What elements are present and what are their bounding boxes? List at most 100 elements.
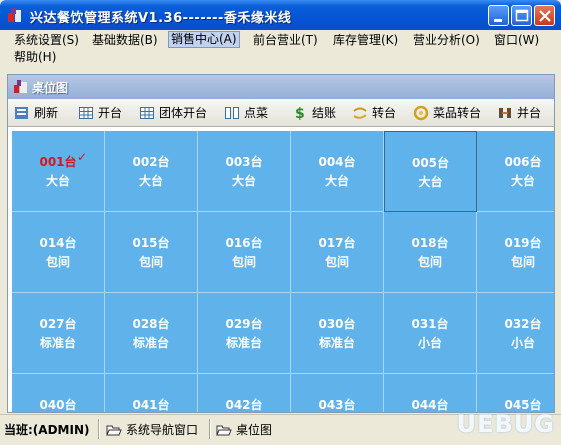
menu-bar: 系统设置(S) 基础数据(B) 销售中心(A) 前台营业(T) 库存管理(K) … <box>0 30 561 68</box>
table-type: 大台 <box>418 175 443 189</box>
table-cell[interactable]: 006台 大台 <box>477 131 554 212</box>
table-type: 标准台 <box>39 336 76 350</box>
table-number: 030台 <box>318 317 356 331</box>
status-divider <box>98 419 100 439</box>
table-cell[interactable]: 032台 小台 <box>477 293 554 374</box>
menu-front-desk[interactable]: 前台营业(T) <box>251 32 320 49</box>
window-title: 兴达餐饮管理系统V1.36-------香禾缘米线 <box>30 11 292 26</box>
columns-icon <box>225 107 239 119</box>
table-type: 包间 <box>231 255 256 269</box>
table-cell[interactable]: 014台 包间 <box>12 212 105 293</box>
table-type: 包间 <box>45 255 70 269</box>
table-map-title: 桌位图 <box>32 81 69 95</box>
order-label: 点菜 <box>244 106 269 120</box>
table-number: 001台 <box>39 155 77 169</box>
table-type: 大台 <box>324 174 349 188</box>
table-number: 042台 <box>225 398 263 412</box>
table-cell[interactable]: 030台 标准台 <box>291 293 384 374</box>
open-table-label: 开台 <box>98 106 123 120</box>
table-number: 041台 <box>132 398 170 412</box>
table-cell[interactable]: 040台 <box>12 374 105 412</box>
table-number: 015台 <box>132 236 170 250</box>
task-label: 系统导航窗口 <box>126 423 199 437</box>
table-type: 大台 <box>45 174 70 188</box>
task-label: 桌位图 <box>236 423 273 437</box>
table-number: 016台 <box>225 236 263 250</box>
table-cell[interactable]: 002台 大台 <box>105 131 198 212</box>
table-number: 028台 <box>132 317 170 331</box>
transfer-icon <box>353 107 367 119</box>
table-map-window: 桌位图 刷新 开台 团体开台 点菜 $ 结账 转台 菜品转台 并台 001台 ✓… <box>7 74 555 413</box>
group-open-table-label: 团体开台 <box>159 106 208 120</box>
minimize-icon <box>494 19 502 22</box>
status-divider <box>209 419 211 439</box>
grid-icon <box>79 107 93 119</box>
refresh-icon <box>15 107 28 119</box>
minimize-button[interactable] <box>488 5 509 26</box>
maximize-button[interactable] <box>511 5 532 26</box>
table-type: 标准台 <box>225 336 262 350</box>
menu-system-settings[interactable]: 系统设置(S) <box>12 32 81 49</box>
close-button[interactable] <box>534 5 555 26</box>
table-number: 003台 <box>225 155 263 169</box>
table-cell[interactable]: 015台 包间 <box>105 212 198 293</box>
table-cell[interactable]: 029台 标准台 <box>198 293 291 374</box>
table-number: 027台 <box>39 317 77 331</box>
transfer-table-label: 转台 <box>372 106 397 120</box>
table-cell[interactable]: 001台 ✓ 大台 <box>12 131 105 212</box>
table-number: 014台 <box>39 236 77 250</box>
table-cell[interactable]: 019台 包间 <box>477 212 554 293</box>
table-cell[interactable]: 003台 大台 <box>198 131 291 212</box>
table-number: 043台 <box>318 398 356 412</box>
table-cell[interactable]: 045台 <box>477 374 554 412</box>
table-number: 019台 <box>504 236 542 250</box>
table-cell[interactable]: 005台 大台 <box>384 131 477 212</box>
table-number: 004台 <box>318 155 356 169</box>
table-map-icon <box>14 80 27 93</box>
table-cell[interactable]: 027台 标准台 <box>12 293 105 374</box>
menu-analysis[interactable]: 营业分析(O) <box>411 32 482 49</box>
folder-open-icon <box>216 425 232 436</box>
table-number: 040台 <box>39 398 77 412</box>
table-cell[interactable]: 043台 <box>291 374 384 412</box>
table-type: 小台 <box>417 336 442 350</box>
table-map-title-bar: 桌位图 <box>8 75 554 99</box>
table-cell[interactable]: 031台 小台 <box>384 293 477 374</box>
merge-icon <box>499 108 511 118</box>
table-type: 包间 <box>324 255 349 269</box>
swap-icon <box>413 105 429 121</box>
menu-sales-center[interactable]: 销售中心(A) <box>168 31 240 48</box>
checkout-label: 结账 <box>312 106 337 120</box>
app-icon <box>8 8 21 22</box>
table-cell[interactable]: 028台 标准台 <box>105 293 198 374</box>
table-number: 002台 <box>132 155 170 169</box>
occupied-check-icon: ✓ <box>77 150 88 164</box>
menu-help[interactable]: 帮助(H) <box>12 49 58 66</box>
table-type: 包间 <box>510 255 535 269</box>
dollar-icon: $ <box>295 106 305 121</box>
menu-inventory[interactable]: 库存管理(K) <box>331 32 400 49</box>
close-icon <box>539 10 551 22</box>
table-type: 小台 <box>510 336 535 350</box>
table-number: 017台 <box>318 236 356 250</box>
table-cell[interactable]: 018台 包间 <box>384 212 477 293</box>
table-type: 大台 <box>510 174 535 188</box>
table-number: 005台 <box>411 156 450 170</box>
grid-icon <box>140 107 154 119</box>
maximize-icon <box>515 9 529 22</box>
table-number: 018台 <box>411 236 449 250</box>
folder-open-icon <box>106 425 122 436</box>
current-user: 当班:(ADMIN) <box>4 423 90 437</box>
table-cell[interactable]: 016台 包间 <box>198 212 291 293</box>
table-type: 包间 <box>138 255 163 269</box>
toolbar: 刷新 开台 团体开台 点菜 $ 结账 转台 菜品转台 并台 <box>8 99 554 127</box>
svg-text:$: $ <box>295 106 305 121</box>
table-cell[interactable]: 042台 <box>198 374 291 412</box>
title-bar: 兴达餐饮管理系统V1.36-------香禾缘米线 <box>0 0 561 30</box>
table-cell[interactable]: 041台 <box>105 374 198 412</box>
table-cell[interactable]: 017台 包间 <box>291 212 384 293</box>
menu-window[interactable]: 窗口(W) <box>492 32 541 49</box>
table-cell[interactable]: 004台 大台 <box>291 131 384 212</box>
table-cell[interactable]: 044台 <box>384 374 477 412</box>
menu-basic-data[interactable]: 基础数据(B) <box>90 32 160 49</box>
